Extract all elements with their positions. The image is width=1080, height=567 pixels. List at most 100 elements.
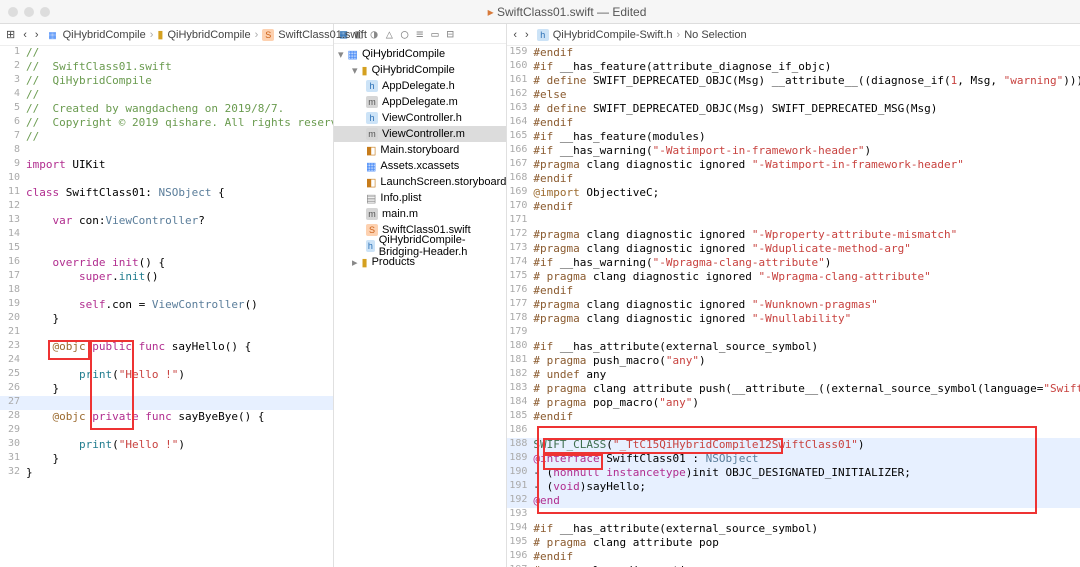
code-line[interactable]: 31 } [0, 452, 333, 466]
tree-item[interactable]: ▾▦QiHybridCompile [334, 46, 506, 62]
line-text[interactable]: class SwiftClass01: NSObject { [26, 186, 333, 200]
disclosure-icon[interactable]: ▾ [352, 64, 358, 77]
tree-item[interactable]: mViewController.m [334, 126, 506, 142]
line-text[interactable]: // Copyright © 2019 qishare. All rights … [26, 116, 333, 130]
code-line[interactable]: 7// [0, 130, 333, 144]
code-line[interactable]: 170#endif [507, 200, 1080, 214]
code-line[interactable]: 12 [0, 200, 333, 214]
tree-item[interactable]: hViewController.h [334, 110, 506, 126]
code-line[interactable]: 30 print("Hello !") [0, 438, 333, 452]
grid-icon[interactable]: ⊞ [6, 28, 15, 41]
code-line[interactable]: 13 var con:ViewController? [0, 214, 333, 228]
line-text[interactable]: - (nonnull instancetype)init OBJC_DESIGN… [533, 466, 1080, 480]
line-text[interactable] [26, 354, 333, 368]
line-text[interactable]: #endif [533, 410, 1080, 424]
tree-item[interactable]: ▤Info.plist [334, 190, 506, 206]
line-text[interactable] [26, 228, 333, 242]
tree-item[interactable]: hAppDelegate.h [334, 78, 506, 94]
line-text[interactable]: #endif [533, 46, 1080, 60]
line-text[interactable]: } [26, 466, 333, 480]
line-text[interactable]: #endif [533, 172, 1080, 186]
line-text[interactable]: // [26, 130, 333, 144]
line-text[interactable]: #if __has_feature(attribute_diagnose_if_… [533, 60, 1080, 74]
code-line[interactable]: 20 } [0, 312, 333, 326]
min-dot[interactable] [24, 7, 34, 17]
code-line[interactable]: 16 override init() { [0, 256, 333, 270]
code-line[interactable]: 10 [0, 172, 333, 186]
code-line[interactable]: 32} [0, 466, 333, 480]
code-line[interactable]: 177#pragma clang diagnostic ignored "-Wu… [507, 298, 1080, 312]
code-line[interactable]: 169@import ObjectiveC; [507, 186, 1080, 200]
max-dot[interactable] [40, 7, 50, 17]
line-text[interactable]: #if __has_feature(modules) [533, 130, 1080, 144]
line-text[interactable]: #if __has_attribute(external_source_symb… [533, 522, 1080, 536]
code-line[interactable]: 27 [0, 396, 333, 410]
right-editor[interactable]: 159#endif160#if __has_feature(attribute_… [507, 46, 1080, 567]
code-line[interactable]: 193 [507, 508, 1080, 522]
code-line[interactable]: 168#endif [507, 172, 1080, 186]
code-line[interactable]: 181# pragma push_macro("any") [507, 354, 1080, 368]
line-text[interactable]: #endif [533, 200, 1080, 214]
line-text[interactable]: // [26, 88, 333, 102]
line-text[interactable]: # define SWIFT_DEPRECATED_OBJC(Msg) SWIF… [533, 102, 1080, 116]
left-editor[interactable]: 1//2// SwiftClass01.swift3// QiHybridCom… [0, 46, 333, 567]
code-line[interactable]: 192@end [507, 494, 1080, 508]
line-text[interactable]: #pragma clang diagnostic ignored "-Wnull… [533, 312, 1080, 326]
line-text[interactable] [26, 200, 333, 214]
code-line[interactable]: 159#endif [507, 46, 1080, 60]
line-text[interactable] [533, 424, 1080, 438]
code-line[interactable]: 14 [0, 228, 333, 242]
line-text[interactable]: #endif [533, 550, 1080, 564]
code-line[interactable]: 17 super.init() [0, 270, 333, 284]
code-line[interactable]: 180#if __has_attribute(external_source_s… [507, 340, 1080, 354]
code-line[interactable]: 176#endif [507, 284, 1080, 298]
line-text[interactable]: } [26, 312, 333, 326]
tree-item[interactable]: mAppDelegate.m [334, 94, 506, 110]
breadcrumb[interactable]: ▦QiHybridCompile› ▮QiHybridCompile› SSwi… [47, 28, 367, 41]
code-line[interactable]: 165#if __has_feature(modules) [507, 130, 1080, 144]
line-text[interactable]: # pragma clang diagnostic ignored "-Wpra… [533, 270, 1080, 284]
code-line[interactable]: 161# define SWIFT_DEPRECATED_OBJC(Msg) _… [507, 74, 1080, 88]
code-line[interactable]: 189@interface SwiftClass01 : NSObject [507, 452, 1080, 466]
code-line[interactable]: 164#endif [507, 116, 1080, 130]
line-text[interactable]: @objc private func sayByeBye() { [26, 410, 333, 424]
nav-fwd-icon[interactable]: › [35, 29, 39, 41]
line-text[interactable]: #pragma clang diagnostic ignored "-Wdupl… [533, 242, 1080, 256]
disclosure-icon[interactable]: ▾ [338, 48, 344, 61]
code-line[interactable]: 186 [507, 424, 1080, 438]
line-text[interactable]: @end [533, 494, 1080, 508]
nav-back-icon[interactable]: ‹ [513, 29, 517, 41]
line-text[interactable]: @interface SwiftClass01 : NSObject [533, 452, 1080, 466]
line-text[interactable]: #else [533, 88, 1080, 102]
tree-item[interactable]: ▾▮QiHybridCompile [334, 62, 506, 78]
line-text[interactable]: // SwiftClass01.swift [26, 60, 333, 74]
line-text[interactable]: @import ObjectiveC; [533, 186, 1080, 200]
code-line[interactable]: 160#if __has_feature(attribute_diagnose_… [507, 60, 1080, 74]
line-text[interactable]: # undef any [533, 368, 1080, 382]
line-text[interactable] [26, 326, 333, 340]
code-line[interactable]: 8 [0, 144, 333, 158]
line-text[interactable]: @objc public func sayHello() { [26, 340, 333, 354]
line-text[interactable]: - (void)sayHello; [533, 480, 1080, 494]
code-line[interactable]: 24 [0, 354, 333, 368]
line-text[interactable] [533, 508, 1080, 522]
line-text[interactable]: // [26, 46, 333, 60]
code-line[interactable]: 185#endif [507, 410, 1080, 424]
line-text[interactable]: // QiHybridCompile [26, 74, 333, 88]
code-line[interactable]: 191- (void)sayHello; [507, 480, 1080, 494]
code-line[interactable]: 182# undef any [507, 368, 1080, 382]
line-text[interactable] [26, 424, 333, 438]
nav-back-icon[interactable]: ‹ [23, 29, 27, 41]
line-text[interactable]: # pragma clang attribute pop [533, 536, 1080, 550]
line-text[interactable]: # pragma clang attribute push(__attribut… [533, 382, 1080, 396]
line-text[interactable]: # pragma push_macro("any") [533, 354, 1080, 368]
code-line[interactable]: 21 [0, 326, 333, 340]
code-line[interactable]: 174#if __has_warning("-Wpragma-clang-att… [507, 256, 1080, 270]
code-line[interactable]: 194#if __has_attribute(external_source_s… [507, 522, 1080, 536]
line-text[interactable]: #if __has_attribute(external_source_symb… [533, 340, 1080, 354]
code-line[interactable]: 188SWIFT_CLASS("_TtC15QiHybridCompile12S… [507, 438, 1080, 452]
line-text[interactable]: #pragma clang diagnostic ignored "-Wunkn… [533, 298, 1080, 312]
code-line[interactable]: 26 } [0, 382, 333, 396]
nav-fwd-icon[interactable]: › [525, 29, 529, 41]
code-line[interactable]: 3// QiHybridCompile [0, 74, 333, 88]
